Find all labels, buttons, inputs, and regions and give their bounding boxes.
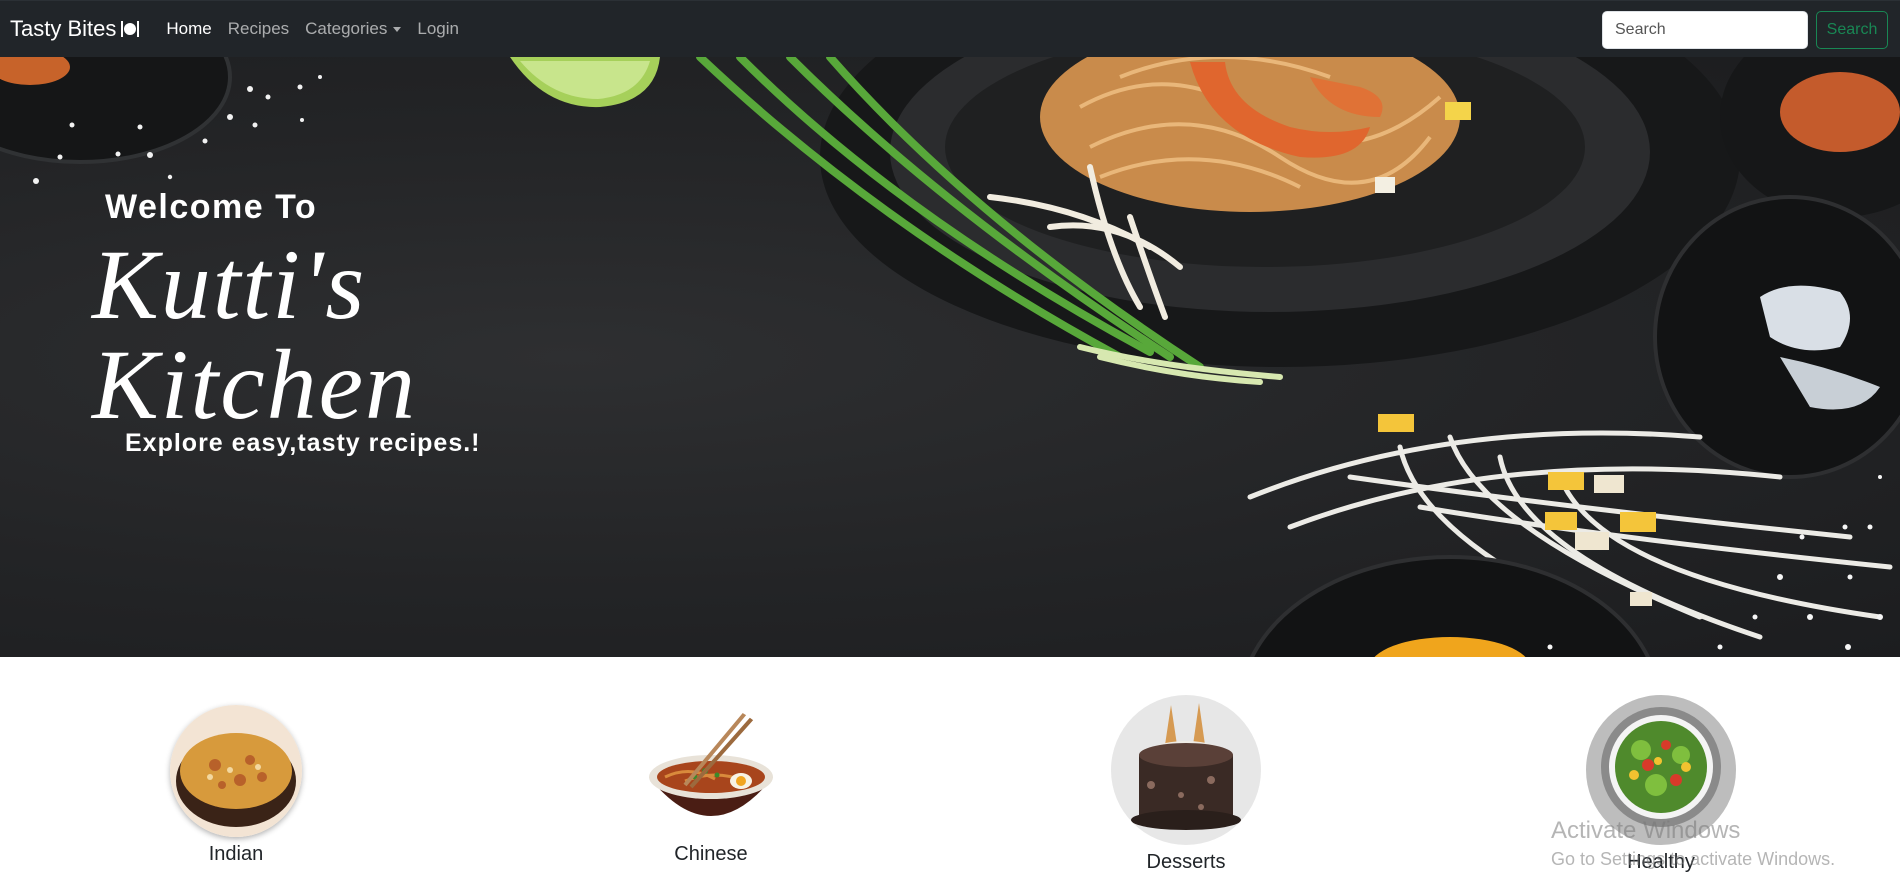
brand-name: Tasty Bites xyxy=(10,16,117,41)
hero-tagline: Explore easy,tasty recipes.! xyxy=(125,429,481,457)
navbar: Tasty Bites Home Recipes Categories Logi… xyxy=(0,0,1900,57)
plate-icon xyxy=(120,19,140,39)
hero-welcome-text: Welcome To xyxy=(105,188,318,226)
category-desserts[interactable]: Desserts xyxy=(1086,695,1286,874)
caret-down-icon xyxy=(393,27,402,33)
category-chinese[interactable]: Chinese xyxy=(611,705,811,866)
hero-title-line2: Kitchen xyxy=(92,329,418,440)
nav-login[interactable]: Login xyxy=(417,19,459,39)
category-label: Indian xyxy=(208,843,264,865)
category-label: Desserts xyxy=(1146,851,1226,873)
category-healthy[interactable]: Healthy xyxy=(1561,695,1761,874)
nav-categories-label: Categories xyxy=(305,19,388,38)
dessert-cake-image xyxy=(1111,695,1261,845)
nav-home[interactable]: Home xyxy=(166,19,211,39)
category-label: Healthy xyxy=(1627,851,1695,873)
hero-title-line1: Kutti's xyxy=(92,229,367,340)
category-section: Indian Chinese Desserts Healthy xyxy=(0,657,1900,886)
search-form: Search xyxy=(1602,11,1888,49)
nav-categories-dropdown[interactable]: Categories xyxy=(305,19,402,39)
search-input[interactable] xyxy=(1602,11,1808,49)
category-label: Chinese xyxy=(674,843,748,865)
biryani-bowl-image xyxy=(170,705,302,837)
category-indian[interactable]: Indian xyxy=(136,705,336,866)
hero-banner: Welcome To Kutti's Kitchen Explore easy,… xyxy=(0,57,1900,657)
brand-link[interactable]: Tasty Bites xyxy=(10,16,140,42)
noodle-bowl-image xyxy=(645,705,777,837)
nav-recipes[interactable]: Recipes xyxy=(228,19,289,39)
search-button[interactable]: Search xyxy=(1816,11,1888,49)
salad-bowl-image xyxy=(1586,695,1736,845)
